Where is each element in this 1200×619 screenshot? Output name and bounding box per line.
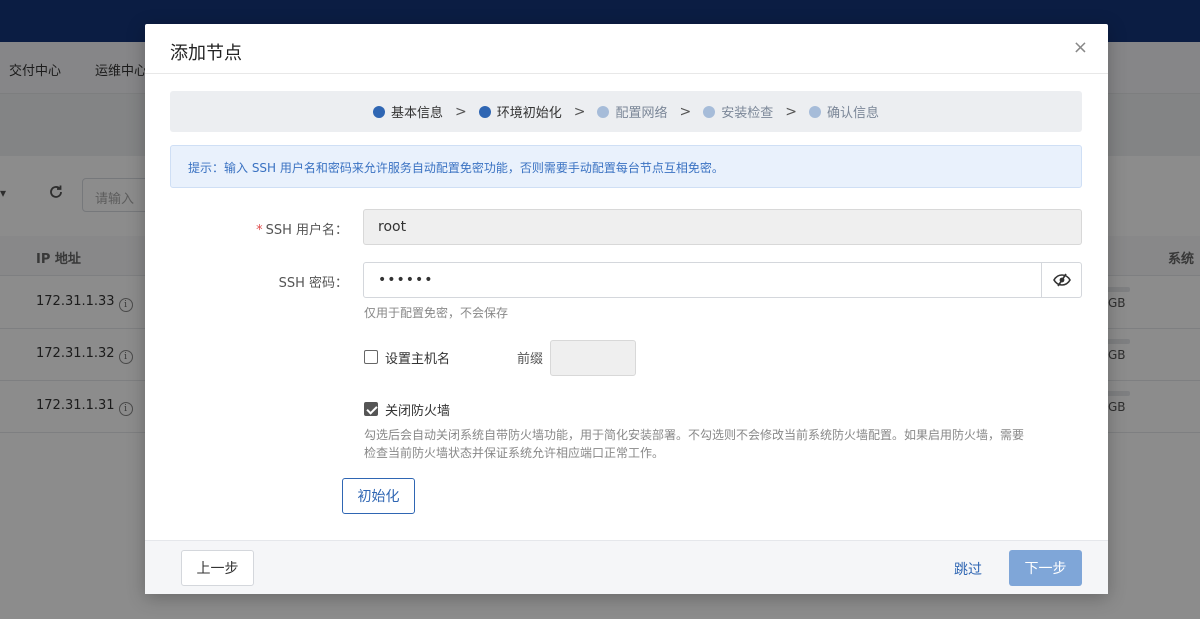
initialize-button[interactable]: 初始化 xyxy=(342,478,415,514)
step-dot-icon xyxy=(703,105,716,118)
step-dot-icon xyxy=(372,105,385,118)
ssh-password-input[interactable]: •••••• xyxy=(363,262,1082,298)
step-label: 确认信息 xyxy=(826,106,879,121)
step-basic-info: 基本信息 xyxy=(372,102,443,121)
step-env-init: 环境初始化 xyxy=(478,102,562,121)
ssh-username-label: * SSH 用户名： xyxy=(218,219,348,238)
wizard-steps: 基本信息 > 环境初始化 > 配置网络 > 安装检查 > 确认信息 xyxy=(170,91,1082,132)
firewall-help-line-2: 检查当前防火墙状态并保证系统允许相应端口正常工作。 xyxy=(364,446,665,460)
step-label: 安装检查 xyxy=(721,106,774,121)
disable-firewall-label[interactable]: 关闭防火墙 xyxy=(385,400,450,419)
password-mask: •••••• xyxy=(378,272,434,288)
step-label: 环境初始化 xyxy=(496,106,562,121)
prefix-label: 前缀 xyxy=(517,352,544,367)
set-hostname-label[interactable]: 设置主机名 xyxy=(385,348,450,367)
ssh-username-label-text: SSH 用户名： xyxy=(265,223,348,238)
step-dot-icon xyxy=(808,105,821,118)
dialog-footer: 上一步 跳过 下一步 xyxy=(145,540,1108,594)
disable-firewall-checkbox[interactable] xyxy=(364,402,378,416)
password-help-text: 仅用于配置免密，不会保存 xyxy=(364,306,509,320)
dialog-title: 添加节点 xyxy=(170,43,242,64)
chevron-right-icon: > xyxy=(785,103,797,120)
add-node-dialog: 添加节点 × 基本信息 > 环境初始化 > 配置网络 > 安装检查 > 确认信息… xyxy=(145,24,1108,594)
firewall-help-line-1: 勾选后会自动关闭系统自带防火墙功能，用于简化安装部署。不勾选则不会修改当前系统防… xyxy=(364,428,1025,442)
close-icon[interactable]: × xyxy=(1073,38,1088,58)
step-confirm: 确认信息 xyxy=(808,102,879,121)
ssh-password-label: SSH 密码： xyxy=(278,276,348,291)
prev-step-button[interactable]: 上一步 xyxy=(181,550,254,586)
ssh-username-input[interactable]: root xyxy=(363,209,1082,245)
step-dot-icon xyxy=(478,105,491,118)
step-network: 配置网络 xyxy=(597,102,668,121)
step-install-check: 安装检查 xyxy=(703,102,773,121)
skip-link[interactable]: 跳过 xyxy=(954,559,982,579)
info-tip: 提示：输入 SSH 用户名和密码来允许服务自动配置免密功能，否则需要手动配置每台… xyxy=(170,145,1082,188)
chevron-right-icon: > xyxy=(455,103,467,120)
step-label: 基本信息 xyxy=(390,106,443,121)
prefix-input[interactable] xyxy=(550,340,636,376)
dialog-header: 添加节点 × xyxy=(145,24,1108,74)
eye-off-icon[interactable] xyxy=(1041,263,1081,297)
next-step-button[interactable]: 下一步 xyxy=(1009,550,1082,586)
step-label: 配置网络 xyxy=(615,106,668,121)
set-hostname-checkbox[interactable] xyxy=(364,350,378,364)
step-dot-icon xyxy=(597,105,610,118)
required-mark: * xyxy=(256,223,263,238)
chevron-right-icon: > xyxy=(573,103,586,120)
chevron-right-icon: > xyxy=(679,103,692,120)
